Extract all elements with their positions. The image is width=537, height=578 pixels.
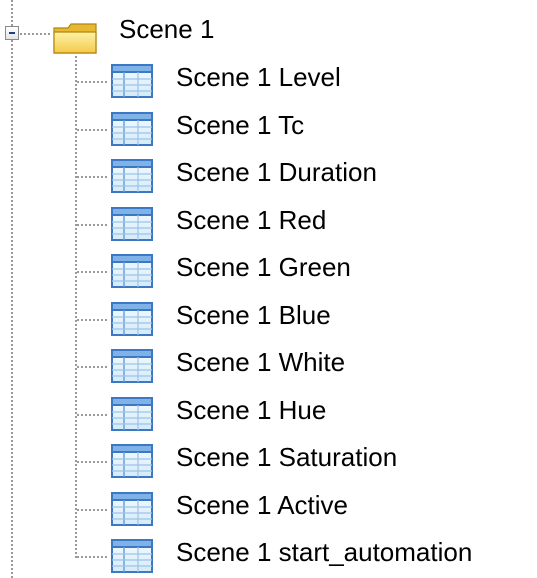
- tree-connector-line: [77, 556, 107, 558]
- tree-item-label: Scene 1 Saturation: [176, 442, 398, 472]
- table-icon: [111, 159, 153, 193]
- tree-connector-line: [77, 413, 107, 416]
- collapse-toggle[interactable]: [5, 26, 19, 40]
- tree-item[interactable]: Scene 1 Green: [108, 248, 528, 288]
- table-icon: [111, 491, 153, 526]
- tree-connector-line: [77, 318, 107, 321]
- tree-item-label: Scene 1 Green: [176, 252, 351, 282]
- folder-icon[interactable]: [52, 22, 98, 56]
- table-icon: [111, 539, 153, 573]
- tree-item-label: Scene 1 start_automation: [176, 537, 473, 567]
- tree-connector-line: [77, 81, 107, 83]
- table-icon: [111, 254, 153, 288]
- tree-item[interactable]: Scene 1 Duration: [108, 153, 528, 193]
- tree-connector-line: [77, 461, 107, 463]
- table-icon: [111, 349, 153, 383]
- tree-connector-line: [77, 176, 107, 178]
- tree-connector-line: [77, 223, 107, 226]
- tree-connector-line: [77, 366, 107, 368]
- table-icon: [111, 206, 153, 241]
- tree-connector-line: [20, 33, 50, 35]
- tree-root-label[interactable]: Scene 1: [119, 14, 214, 44]
- tree-item-label: Scene 1 Tc: [176, 109, 305, 140]
- tree-item-label: Scene 1 Blue: [176, 299, 331, 330]
- tree-item[interactable]: Scene 1 Tc: [108, 106, 528, 146]
- table-icon: [111, 301, 153, 336]
- tree-item[interactable]: Scene 1 start_automation: [108, 533, 528, 573]
- tree-connector-line: [11, 40, 13, 578]
- table-icon: [111, 64, 153, 98]
- tree-item-label: Scene 1 Hue: [176, 394, 327, 425]
- tree-item[interactable]: Scene 1 Level: [108, 58, 528, 98]
- table-icon: [111, 111, 153, 146]
- tree-item-label: Scene 1 Level: [176, 62, 341, 92]
- tree-item[interactable]: Scene 1 Active: [108, 486, 528, 526]
- tree-item-label: Scene 1 Active: [176, 489, 348, 520]
- tree-item[interactable]: Scene 1 Hue: [108, 391, 528, 431]
- tree-connector-line: [77, 508, 107, 511]
- tree-item-label: Scene 1 Duration: [176, 157, 377, 187]
- tree-connector-line: [11, 0, 13, 26]
- tree-connector-line: [77, 128, 107, 131]
- tree-view: Scene 1 Scene 1 Level Scene 1 Tc Scene 1…: [0, 0, 537, 578]
- tree-item[interactable]: Scene 1 Saturation: [108, 438, 528, 478]
- tree-item[interactable]: Scene 1 Blue: [108, 296, 528, 336]
- tree-connector-line: [77, 271, 107, 273]
- table-icon: [111, 396, 153, 431]
- tree-connector-line: [75, 56, 77, 558]
- tree-item[interactable]: Scene 1 Red: [108, 201, 528, 241]
- tree-item-label: Scene 1 White: [176, 347, 346, 377]
- tree-item-label: Scene 1 Red: [176, 204, 327, 235]
- tree-item[interactable]: Scene 1 White: [108, 343, 528, 383]
- table-icon: [111, 444, 153, 478]
